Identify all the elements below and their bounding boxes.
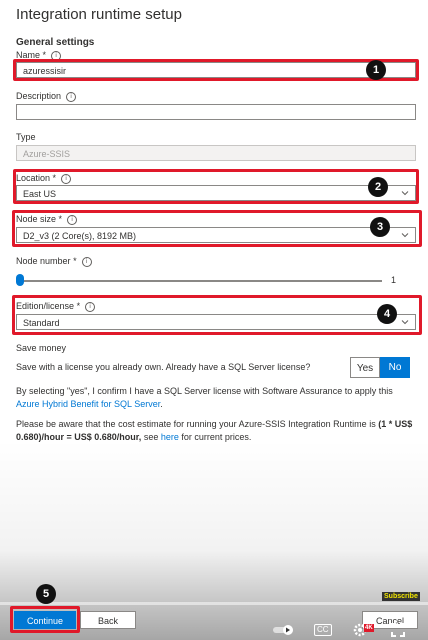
description-label: Description i xyxy=(16,91,77,102)
subscribe-watermark: Subscribe xyxy=(382,592,420,601)
quality-badge: 4K xyxy=(364,624,374,632)
highlight-box-3 xyxy=(12,210,422,247)
info-icon[interactable]: i xyxy=(66,92,77,102)
back-button[interactable]: Back xyxy=(80,611,136,629)
type-field: Azure-SSIS xyxy=(16,145,416,161)
highlight-box-2 xyxy=(13,169,419,204)
info-icon[interactable]: i xyxy=(81,257,92,267)
license-no-button[interactable]: No xyxy=(380,357,410,378)
description-input[interactable] xyxy=(16,104,416,120)
video-progress-bar[interactable] xyxy=(0,602,428,605)
autoplay-toggle-icon[interactable] xyxy=(272,624,296,636)
page-title: Integration runtime setup xyxy=(16,6,182,23)
cost-estimate-text: Please be aware that the cost estimate f… xyxy=(16,419,413,442)
step-badge-5: 5 xyxy=(36,584,56,604)
fullscreen-icon[interactable] xyxy=(390,622,406,638)
step-badge-4: 4 xyxy=(377,304,397,324)
general-settings-heading: General settings xyxy=(16,37,95,48)
license-yes-button[interactable]: Yes xyxy=(350,357,380,378)
node-number-slider-thumb[interactable] xyxy=(16,274,24,286)
step-badge-1: 1 xyxy=(366,60,386,80)
highlight-box-4 xyxy=(12,295,422,335)
captions-icon[interactable]: CC xyxy=(314,624,332,636)
pricing-link[interactable]: here xyxy=(161,432,179,442)
node-number-value: 1 xyxy=(391,275,397,285)
azure-hybrid-benefit-link[interactable]: Azure Hybrid Benefit for SQL Server xyxy=(16,399,160,409)
highlight-box-5 xyxy=(10,606,80,633)
node-number-label: Node number * i xyxy=(16,256,92,267)
step-badge-3: 3 xyxy=(370,217,390,237)
step-badge-2: 2 xyxy=(368,177,388,197)
save-money-heading: Save money xyxy=(16,343,67,353)
node-number-slider-track[interactable] xyxy=(20,280,382,282)
type-label: Type xyxy=(16,132,36,142)
license-confirm-text: By selecting "yes", I confirm I have a S… xyxy=(16,386,393,409)
license-question: Save with a license you already own. Alr… xyxy=(16,362,311,372)
highlight-box-1 xyxy=(13,59,419,81)
